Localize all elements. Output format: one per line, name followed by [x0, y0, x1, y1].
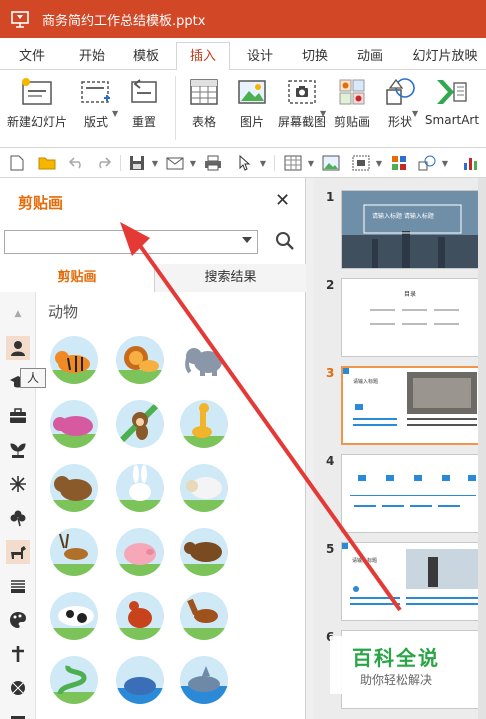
watermark-subtitle: 助你轻松解决	[360, 673, 433, 687]
annotation-arrow	[120, 222, 402, 612]
app-window: 商务简约工作总结模板.pptx 文件 开始 模板 插入 设计 切换 动画 幻灯片…	[0, 0, 486, 719]
watermark-title: 百科全说	[352, 646, 440, 670]
watermark: 百科全说 助你轻松解决	[330, 636, 460, 694]
